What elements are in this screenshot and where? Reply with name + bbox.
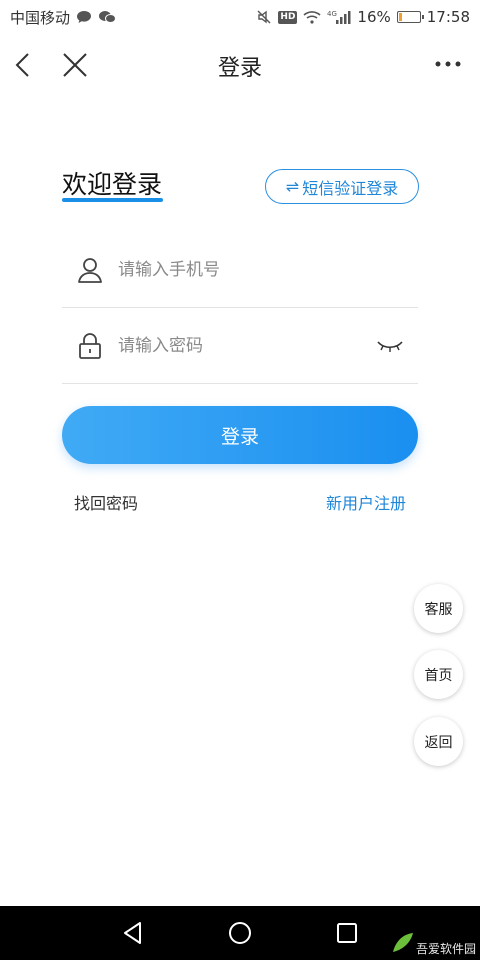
nav-bar: 登录: [0, 34, 480, 96]
watermark-logo-icon: [392, 933, 413, 952]
battery-percent: 16%: [357, 8, 391, 26]
svg-text:4G: 4G: [327, 10, 337, 18]
status-bar: 中国移动 HD 4G 16% 17:58: [0, 0, 480, 34]
home-button[interactable]: 首页: [414, 650, 463, 699]
signal-icon: 4G: [327, 9, 351, 25]
user-icon: [76, 256, 104, 284]
lock-icon: [76, 332, 104, 360]
system-nav-bar: 吾爱软件园: [0, 906, 480, 960]
system-back-icon[interactable]: [120, 920, 146, 946]
clock: 17:58: [426, 8, 470, 26]
system-home-icon[interactable]: [227, 920, 253, 946]
phone-input[interactable]: [118, 254, 358, 286]
more-dots-icon[interactable]: [434, 54, 462, 74]
system-recent-icon[interactable]: [334, 920, 360, 946]
status-left: 中国移动: [10, 7, 117, 28]
customer-service-button[interactable]: 客服: [414, 584, 463, 633]
chat-bubble-icon: [76, 10, 92, 24]
battery-icon: [396, 11, 424, 23]
password-input[interactable]: [118, 330, 358, 362]
status-right: HD 4G 16% 17:58: [256, 8, 470, 26]
password-field: [62, 308, 418, 384]
sms-login-label: 短信验证登录: [302, 178, 399, 198]
wifi-icon: [303, 10, 321, 24]
phone-field: [62, 232, 418, 308]
hd-icon: HD: [278, 10, 298, 24]
battery-level-fill: [398, 13, 402, 21]
mute-icon: [256, 9, 272, 25]
register-link[interactable]: 新用户注册: [326, 490, 406, 514]
switch-arrows-icon: ⇌: [285, 177, 300, 196]
watermark-text: 吾爱软件园: [415, 942, 476, 956]
forgot-password-link[interactable]: 找回密码: [74, 490, 138, 514]
eye-closed-icon[interactable]: [376, 338, 404, 354]
carrier-label: 中国移动: [10, 8, 71, 27]
page-title: 登录: [217, 56, 262, 81]
sms-login-switch-button[interactable]: ⇌ 短信验证登录: [265, 169, 419, 204]
watermark: 吾爱软件园: [366, 916, 476, 956]
welcome-title: 欢迎登录: [62, 170, 163, 199]
welcome-underline: [62, 198, 163, 202]
back-button[interactable]: 返回: [414, 717, 463, 766]
wechat-icon: [98, 10, 117, 24]
login-button[interactable]: 登录: [62, 406, 418, 464]
